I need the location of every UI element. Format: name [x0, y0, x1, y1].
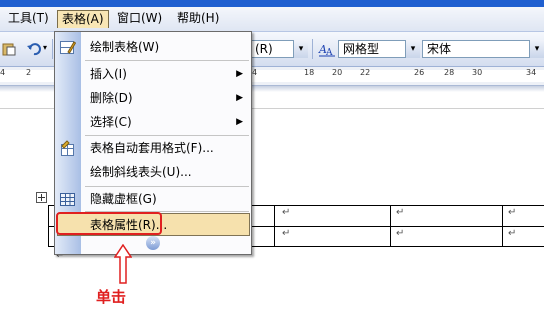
gridlines-icon [59, 191, 76, 208]
autoformat-icon [59, 140, 76, 157]
menu-item-select[interactable]: 选择(C) ▶ [55, 111, 251, 134]
menu-item-label: 选择(C) [90, 115, 132, 129]
cell-end-mark: ↵ [508, 228, 517, 239]
style-dropdown-button[interactable]: ▾ [294, 40, 308, 58]
menu-item-label: 隐藏虚框(G) [90, 192, 157, 206]
table-style-dropdown-button[interactable]: ▾ [406, 40, 420, 58]
ruler-label: 28 [444, 68, 455, 77]
ruler-label: 18 [304, 68, 315, 77]
cell-end-mark: ↵ [508, 207, 517, 218]
draw-table-icon [59, 39, 77, 56]
font-select[interactable]: 宋体 [422, 40, 530, 58]
style-box[interactable]: (R) [250, 40, 294, 58]
highlight-box [56, 212, 162, 235]
undo-dropdown-arrow[interactable]: ▾ [43, 43, 47, 52]
menu-item-label: 插入(I) [90, 67, 127, 81]
menu-item-delete[interactable]: 删除(D) ▶ [55, 87, 251, 110]
ruler-label: 2 [26, 68, 32, 77]
menu-item-label: 绘制表格(W) [90, 40, 160, 54]
menu-item-label: 表格自动套用格式(F)... [90, 141, 214, 155]
chevron-double-down-icon[interactable]: » [146, 236, 160, 250]
ruler-label: 20 [332, 68, 343, 77]
paste-icon[interactable] [2, 42, 16, 56]
cell-end-mark: ↵ [396, 207, 405, 218]
cell-end-mark: ↵ [282, 207, 291, 218]
cell-end-mark: ↵ [396, 228, 405, 239]
menu-item-label: 绘制斜线表头(U)... [90, 165, 192, 179]
ruler-label: 4 [252, 68, 258, 77]
ruler-label: 4 [0, 68, 6, 77]
menubar: 工具(T) 表格(A) 窗口(W) 帮助(H) [0, 7, 544, 32]
ruler-label: 34 [526, 68, 537, 77]
table-move-handle-icon[interactable] [36, 192, 47, 203]
submenu-arrow-icon: ▶ [236, 117, 243, 127]
menu-table[interactable]: 表格(A) [57, 10, 109, 28]
submenu-arrow-icon: ▶ [236, 69, 243, 79]
cell-end-mark: ↵ [282, 228, 291, 239]
menu-item-autoformat[interactable]: 表格自动套用格式(F)... [55, 137, 251, 160]
undo-icon[interactable] [26, 41, 42, 57]
window-title-bar [0, 0, 544, 7]
ruler-label: 26 [414, 68, 425, 77]
callout-label: 单击 [96, 288, 127, 306]
menu-item-label: 删除(D) [90, 91, 133, 105]
menu-item-draw-table[interactable]: 绘制表格(W) [55, 36, 251, 59]
menu-item-insert[interactable]: 插入(I) ▶ [55, 63, 251, 86]
ruler-label: 22 [360, 68, 371, 77]
menu-tools[interactable]: 工具(T) [4, 10, 53, 27]
menu-item-diagonal-header[interactable]: 绘制斜线表头(U)... [55, 161, 251, 184]
menu-window[interactable]: 窗口(W) [113, 10, 166, 27]
table-style-icon: AA [318, 41, 336, 58]
submenu-arrow-icon: ▶ [236, 93, 243, 103]
up-arrow-icon [113, 243, 133, 284]
table-style-select[interactable]: 网格型 [338, 40, 406, 58]
ruler-label: 30 [472, 68, 483, 77]
menu-item-hide-gridlines[interactable]: 隐藏虚框(G) [55, 188, 251, 211]
font-dropdown-button[interactable]: ▾ [530, 40, 544, 58]
menu-help[interactable]: 帮助(H) [173, 10, 223, 27]
